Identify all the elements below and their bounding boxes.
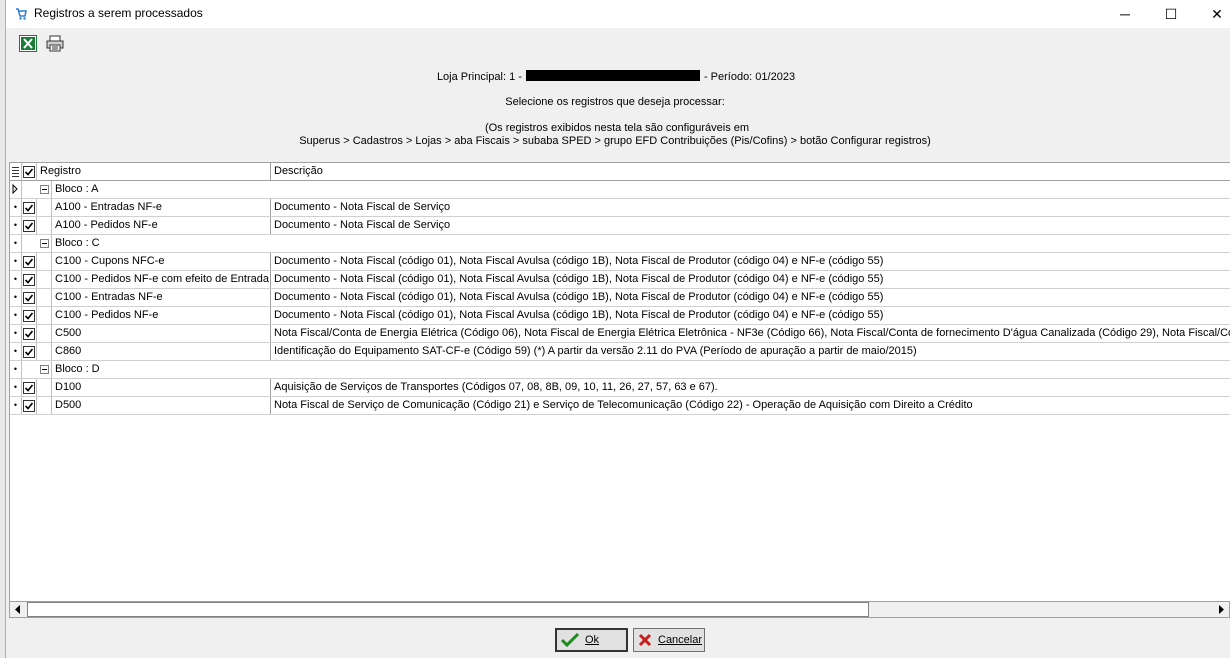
table-row[interactable]: • D100 Aquisição de Serviços de Transpor… xyxy=(10,379,1230,397)
descricao-cell: Nota Fiscal de Serviço de Comunicação (C… xyxy=(274,399,973,411)
table-row[interactable]: • D500 Nota Fiscal de Serviço de Comunic… xyxy=(10,397,1230,415)
collapse-icon[interactable] xyxy=(37,235,52,252)
config-note-line2: Superus > Cadastros > Lojas > aba Fiscai… xyxy=(299,135,931,147)
table-row[interactable]: • C100 - Pedidos NF-e com efeito de Entr… xyxy=(10,271,1230,289)
collapse-icon[interactable] xyxy=(37,181,52,198)
row-dot-icon: • xyxy=(10,271,22,288)
select-prompt: Selecione os registros que deseja proces… xyxy=(505,96,725,108)
descricao-cell: Documento - Nota Fiscal (código 01), Not… xyxy=(274,291,884,303)
scroll-left-icon[interactable] xyxy=(10,602,26,617)
row-checkbox[interactable] xyxy=(22,289,37,306)
records-grid: Registro Descrição Bloco : A • A100 - En… xyxy=(9,162,1230,602)
row-checkbox[interactable] xyxy=(22,397,37,414)
registro-cell: D500 xyxy=(52,397,271,414)
row-checkbox[interactable] xyxy=(22,379,37,396)
descricao-cell: Nota Fiscal/Conta de Energia Elétrica (C… xyxy=(274,327,1230,339)
cancel-label: Cancelar xyxy=(658,634,703,646)
row-dot-icon: • xyxy=(10,397,22,414)
grid-header: Registro Descrição xyxy=(10,163,1230,181)
row-dot-icon: • xyxy=(10,235,22,252)
registro-cell: C100 - Cupons NFC-e xyxy=(52,253,271,270)
cross-icon xyxy=(638,633,652,647)
descricao-cell: Aquisição de Serviços de Transportes (Có… xyxy=(274,381,718,393)
loja-label: Loja Principal: 1 - xyxy=(436,71,522,83)
column-header-descricao[interactable]: Descrição xyxy=(271,163,1230,180)
row-checkbox[interactable] xyxy=(22,325,37,342)
group-label: Bloco : D xyxy=(55,363,100,375)
table-row[interactable]: • A100 - Entradas NF-e Documento - Nota … xyxy=(10,199,1230,217)
scroll-right-icon[interactable] xyxy=(1213,602,1229,617)
row-checkbox[interactable] xyxy=(22,217,37,234)
config-note-line1: (Os registros exibidos nesta tela são co… xyxy=(484,122,750,134)
redacted-store-name xyxy=(525,70,700,81)
descricao-cell: Documento - Nota Fiscal de Serviço xyxy=(274,201,451,213)
group-label: Bloco : A xyxy=(55,183,99,195)
column-chooser-icon[interactable] xyxy=(10,163,22,180)
registro-cell: C100 - Entradas NF-e xyxy=(52,289,271,306)
close-button[interactable]: ✕ xyxy=(1194,0,1230,28)
minimize-button[interactable]: ─ xyxy=(1102,0,1148,28)
row-dot-icon: • xyxy=(10,307,22,324)
maximize-button[interactable]: ☐ xyxy=(1148,0,1194,28)
print-icon[interactable] xyxy=(46,35,64,52)
registro-cell: C500 xyxy=(52,325,271,342)
table-row[interactable]: • C100 - Pedidos NF-e Documento - Nota F… xyxy=(10,307,1230,325)
table-row[interactable]: • C860 Identificação do Equipamento SAT-… xyxy=(10,343,1230,361)
descricao-cell: Identificação do Equipamento SAT-CF-e (C… xyxy=(274,345,917,357)
group-label: Bloco : C xyxy=(55,237,100,249)
title-bar: Registros a serem processados ─ ☐ ✕ xyxy=(6,0,1230,28)
row-dot-icon: • xyxy=(10,199,22,216)
row-indicator-icon xyxy=(10,181,22,198)
scrollbar-thumb[interactable] xyxy=(27,602,869,617)
loja-periodo-line: Loja Principal: 1 - - Período: 01/2023 xyxy=(4,70,1228,83)
descricao-cell: Documento - Nota Fiscal (código 01), Not… xyxy=(274,273,884,285)
registro-cell: C100 - Pedidos NF-e com efeito de Entrad… xyxy=(52,271,271,288)
row-checkbox[interactable] xyxy=(22,199,37,216)
checkmark-icon xyxy=(561,632,579,648)
row-checkbox[interactable] xyxy=(22,343,37,360)
row-checkbox[interactable] xyxy=(22,307,37,324)
row-dot-icon: • xyxy=(10,217,22,234)
group-row[interactable]: • Bloco : D xyxy=(10,361,1230,379)
registro-cell: A100 - Pedidos NF-e xyxy=(52,217,271,234)
periodo-label: - Período: 01/2023 xyxy=(703,71,796,83)
table-row[interactable]: • A100 - Pedidos NF-e Documento - Nota F… xyxy=(10,217,1230,235)
window-title: Registros a serem processados xyxy=(34,6,203,20)
row-dot-icon: • xyxy=(10,325,22,342)
registro-cell: D100 xyxy=(52,379,271,396)
ok-label: Ok xyxy=(585,634,600,646)
table-row[interactable]: • C100 - Entradas NF-e Documento - Nota … xyxy=(10,289,1230,307)
descricao-cell: Documento - Nota Fiscal de Serviço xyxy=(274,219,451,231)
row-dot-icon: • xyxy=(10,253,22,270)
row-checkbox[interactable] xyxy=(22,271,37,288)
collapse-icon[interactable] xyxy=(37,361,52,378)
excel-icon[interactable] xyxy=(19,35,37,52)
dialog-window: Registros a serem processados ─ ☐ ✕ Loja… xyxy=(6,0,1230,658)
horizontal-scrollbar[interactable] xyxy=(9,601,1230,618)
row-checkbox[interactable] xyxy=(22,253,37,270)
ok-button[interactable]: Ok xyxy=(555,628,628,652)
descricao-cell: Documento - Nota Fiscal (código 01), Not… xyxy=(274,309,884,321)
group-row[interactable]: • Bloco : C xyxy=(10,235,1230,253)
registro-cell: C860 xyxy=(52,343,271,360)
registro-cell: A100 - Entradas NF-e xyxy=(52,199,271,216)
group-row[interactable]: Bloco : A xyxy=(10,181,1230,199)
descricao-cell: Documento - Nota Fiscal (código 01), Not… xyxy=(274,255,884,267)
select-all-checkbox[interactable] xyxy=(22,163,37,180)
registro-cell: C100 - Pedidos NF-e xyxy=(52,307,271,324)
row-dot-icon: • xyxy=(10,343,22,360)
cancel-button[interactable]: Cancelar xyxy=(633,628,705,652)
row-dot-icon: • xyxy=(10,361,22,378)
row-dot-icon: • xyxy=(10,289,22,306)
app-icon xyxy=(16,8,27,20)
table-row[interactable]: • C100 - Cupons NFC-e Documento - Nota F… xyxy=(10,253,1230,271)
toolbar xyxy=(6,28,1230,58)
column-header-registro[interactable]: Registro xyxy=(37,163,271,180)
row-dot-icon: • xyxy=(10,379,22,396)
table-row[interactable]: • C500 Nota Fiscal/Conta de Energia Elét… xyxy=(10,325,1230,343)
